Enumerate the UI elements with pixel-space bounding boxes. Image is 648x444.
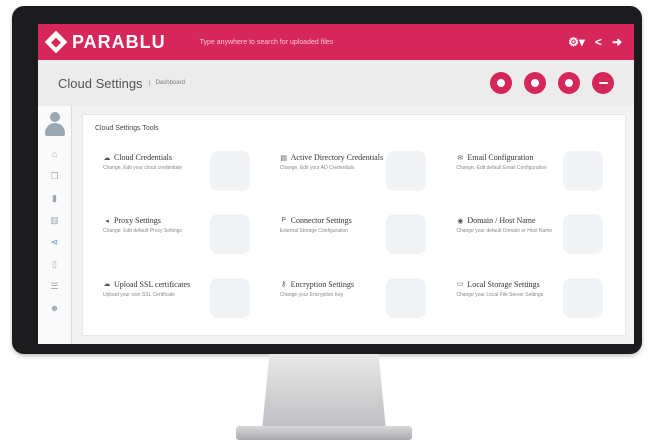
monitor-stand-neck (262, 354, 386, 430)
share-network-icon[interactable]: ⋖ (49, 236, 61, 248)
tile-title: Email Configuration (467, 153, 534, 162)
trash-icon[interactable]: ▮ (49, 192, 61, 204)
tile-description: Change your Encryption Key (279, 291, 344, 298)
tile-cloud-credentials[interactable]: ☁ Cloud Credentials Change, Edit your clo… (97, 147, 264, 203)
tile-upload-ssl[interactable]: ☁ Upload SSL certificates Upload your own… (97, 273, 264, 329)
tile-local-storage[interactable]: ▭ Local Storage Settings Change your Loca… (450, 273, 617, 329)
screen: PARABLU Type anywhere to search for uplo… (38, 24, 634, 344)
tile-description: Change, Edit default Email Configuration (456, 165, 547, 171)
tile-description: Change, Edit your AD Credentials (279, 165, 355, 171)
minus-icon (598, 82, 608, 84)
key-icon: ⚷ (281, 281, 287, 289)
share-icon[interactable]: < (595, 35, 602, 49)
upload-button[interactable] (490, 72, 512, 94)
cloud-upload-icon: ☁ (103, 281, 111, 289)
page-header: Cloud Settings Dashboard (38, 60, 634, 106)
tile-description: Change, Edit your cloud credentials (103, 165, 182, 171)
header-actions (490, 72, 614, 94)
tile-title: Encryption Settings (290, 279, 354, 289)
panel-title: Cloud Settings Tools (95, 125, 159, 132)
logout-icon[interactable]: ➜ (612, 35, 622, 49)
home-icon[interactable]: ⌂ (49, 148, 61, 160)
speaker-icon: ◂ (105, 217, 109, 225)
users-icon[interactable]: ☻ (49, 302, 61, 314)
top-bar: PARABLU Type anywhere to search for uplo… (38, 24, 634, 60)
tile-title: Local Storage Settings (467, 279, 540, 289)
download-button[interactable] (524, 72, 546, 94)
gear-icon[interactable]: ⚙▾ (568, 35, 585, 49)
breadcrumb[interactable]: Dashboard (148, 80, 185, 86)
logo[interactable]: PARABLU (44, 30, 166, 54)
monitor-frame: PARABLU Type anywhere to search for uplo… (12, 6, 642, 354)
search-input[interactable]: Type anywhere to search for uploaded fil… (200, 39, 333, 46)
tile-title: Active Directory Credentials (290, 153, 384, 162)
page-title: Cloud Settings (58, 75, 143, 91)
envelope-icon: ✉ (457, 154, 464, 162)
tile-title: Connector Settings (290, 216, 352, 226)
tile-title: Cloud Credentials (114, 153, 172, 162)
avatar[interactable] (43, 110, 67, 138)
tile-description: Change your Local File Server Settings (456, 291, 544, 298)
cloud-icon: ☁ (103, 154, 111, 162)
folder-icon (565, 79, 573, 87)
folder-button[interactable] (558, 72, 580, 94)
settings-panel: Cloud Settings Tools ☁ Cloud Credentials … (82, 114, 626, 336)
logo-icon (44, 30, 68, 54)
tile-title: Proxy Settings (114, 216, 161, 226)
tile-connector-settings[interactable]: P Connector Settings External Storage Con… (273, 210, 441, 266)
top-actions: ⚙▾ < ➜ (568, 35, 622, 49)
logo-text: PARABLU (72, 31, 166, 52)
storage-icon: ▭ (457, 281, 464, 289)
tile-proxy-settings[interactable]: ◂ Proxy Settings Change, Edit default Pro… (97, 210, 264, 266)
tile-description: Change your default Domain or Host Name (456, 228, 553, 235)
tile-description: External Storage Configuration (279, 228, 349, 235)
tile-encryption-settings[interactable]: ⚷ Encryption Settings Change your Encrypt… (273, 273, 441, 329)
chart-icon[interactable]: ▥ (49, 214, 61, 226)
files-icon[interactable]: ❐ (49, 170, 61, 182)
tile-domain-host-name[interactable]: ◉ Domain / Host Name Change your default … (450, 210, 617, 266)
tile-description: Change, Edit default Proxy Settings (103, 228, 182, 235)
list-icon[interactable]: ☰ (49, 280, 61, 292)
tile-active-directory[interactable]: ▤ Active Directory Credentials Change, Ed… (273, 147, 441, 203)
settings-tiles: ☁ Cloud Credentials Change, Edit your clo… (97, 147, 617, 329)
tile-title: Domain / Host Name (467, 216, 536, 226)
tile-title: Upload SSL certificates (114, 279, 191, 289)
document-icon[interactable]: ▯ (49, 258, 61, 270)
download-icon (531, 79, 539, 87)
connector-icon: P (281, 217, 286, 225)
upload-icon (497, 79, 505, 87)
directory-icon: ▤ (280, 154, 287, 162)
tile-email-configuration[interactable]: ✉ Email Configuration Change, Edit defaul… (450, 147, 617, 203)
sidebar: ⌂ ❐ ▮ ▥ ⋖ ▯ ☰ ☻ (38, 106, 72, 344)
monitor-stand-base (236, 426, 412, 440)
globe-icon: ◉ (457, 217, 464, 225)
tile-description: Upload your own SSL Certificate (103, 291, 176, 298)
minus-button[interactable] (592, 72, 614, 94)
